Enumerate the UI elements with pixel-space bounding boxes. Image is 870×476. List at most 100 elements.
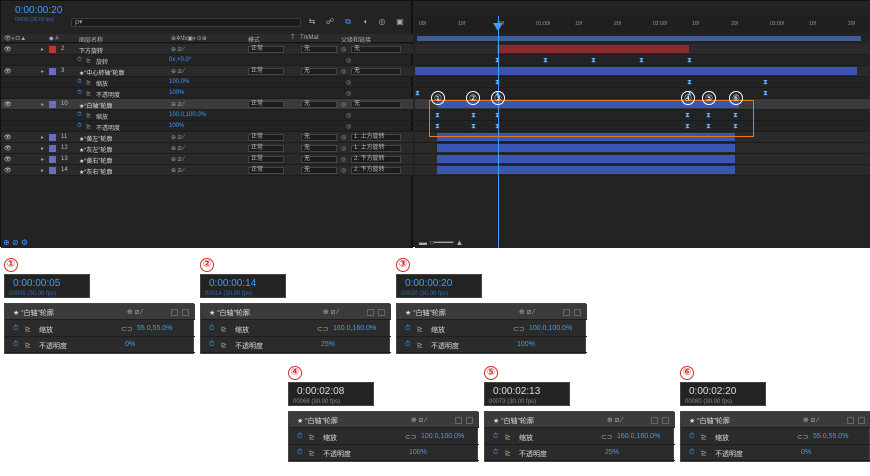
expand-chevron-icon[interactable]: ▸ [41, 145, 44, 152]
link-icon[interactable]: ⊂⊃ [317, 325, 329, 333]
scale-property-row[interactable]: ⏱ ⊵ 缩放 ⊂⊃ 55.0,55.0% [681, 429, 870, 445]
stopwatch-icon[interactable]: ⏱ [77, 79, 82, 86]
layer-bar[interactable] [437, 155, 735, 163]
blend-mode-select[interactable]: 正常 [248, 68, 284, 75]
trkmat-select[interactable]: 无 [301, 68, 337, 75]
trkmat-select[interactable]: 无 [301, 134, 337, 141]
comp-timecode[interactable]: 0:00:00:20 [15, 5, 62, 16]
layer-row[interactable]: ★ “白轴”轮廓 ⊕ ⧄ ⁄ [5, 304, 195, 320]
expression-pickwhip-icon[interactable]: ◎ [346, 57, 351, 64]
opacity-property-row[interactable]: ⏱ ⊵ 不透明度 0% [5, 337, 195, 353]
opacity-value[interactable]: 0% [125, 341, 135, 348]
opacity-property-row[interactable]: ⏱ ⊵ 不透明度 100% [397, 337, 587, 353]
switch-icons[interactable]: ⊕ ⧄ ⁄ [323, 308, 338, 317]
pickwhip-icon[interactable]: ◎ [341, 134, 346, 141]
pickwhip-icon[interactable]: ◎ [341, 167, 346, 174]
graph-editor-icon[interactable]: ◎ [377, 17, 387, 27]
timecode-display[interactable]: 0:00:02:13 [493, 386, 540, 397]
label-color-swatch[interactable] [49, 167, 56, 174]
parent-select[interactable]: 1. 上方旋转 [351, 145, 401, 152]
layer-row[interactable]: 👁 ▸ 11 ★“黄左”轮廓 ⊕ ⧄ ⁄ 正常 无 ◎ 1. 上方旋转 [1, 132, 413, 143]
visibility-eye-icon[interactable]: 👁 [4, 68, 12, 75]
property-row[interactable]: ⏱ ⊵ 不透明度 100% ◎ [1, 88, 413, 99]
trkmat-select[interactable]: 无 [301, 167, 337, 174]
footer-toggle-icons[interactable]: ⊕ ⊘ ⚙ [3, 238, 28, 247]
keyframe-marker[interactable]: ⧗ [415, 90, 420, 97]
draft-3d-icon[interactable]: ⇆ [307, 17, 317, 27]
link-icon[interactable]: ⊂⊃ [513, 325, 525, 333]
pickwhip-icon[interactable]: ◎ [341, 101, 346, 108]
opacity-value[interactable]: 25% [605, 449, 619, 456]
layer-bar[interactable] [437, 144, 735, 152]
graph-icon[interactable]: ⊵ [505, 433, 511, 441]
expand-chevron-icon[interactable]: ▸ [41, 134, 44, 141]
blend-mode-select[interactable]: 正常 [248, 145, 284, 152]
brainstorm-icon[interactable]: ▣ [395, 17, 405, 27]
layer-bar[interactable] [497, 45, 689, 53]
layer-name[interactable]: ★“黄左”轮廓 [79, 134, 112, 143]
opacity-property-row[interactable]: ⏱ ⊵ 不透明度 100% [289, 445, 479, 461]
visibility-eye-icon[interactable]: 👁 [4, 167, 12, 174]
keyframe-marker[interactable]: ⧗ [687, 79, 692, 86]
graph-icon[interactable]: ⊵ [505, 449, 511, 457]
keyframe-marker[interactable]: ⧗ [639, 57, 644, 64]
opacity-value[interactable]: 25% [321, 341, 335, 348]
graph-icon[interactable]: ⊵ [309, 433, 315, 441]
source-name-header[interactable]: 图层名称 [79, 35, 103, 44]
opacity-value[interactable]: 100% [409, 449, 427, 456]
switch-icons[interactable]: ⊕ ⧄ ⁄ [519, 308, 534, 317]
graph-icon[interactable]: ⊵ [86, 79, 91, 86]
visibility-eye-icon[interactable]: 👁 [4, 156, 12, 163]
zoom-slider[interactable]: ▬ ○━━━━ ▲ [419, 238, 463, 247]
stopwatch-icon[interactable]: ⏱ [77, 90, 82, 97]
keyframe-marker[interactable]: ⧗ [591, 57, 596, 64]
layer-row[interactable]: ★ “白轴”轮廓 ⊕ ⧄ ⁄ [397, 304, 587, 320]
graph-icon[interactable]: ⊵ [25, 325, 31, 333]
graph-icon[interactable]: ⊵ [309, 449, 315, 457]
label-color-swatch[interactable] [49, 101, 56, 108]
stopwatch-icon[interactable]: ⏱ [493, 449, 498, 457]
property-value[interactable]: 100% [169, 123, 184, 129]
stopwatch-icon[interactable]: ⏱ [77, 123, 82, 130]
expand-chevron-icon[interactable]: ▸ [41, 156, 44, 163]
pickwhip-icon[interactable]: ◎ [341, 145, 346, 152]
expand-chevron-icon[interactable]: ▸ [41, 167, 44, 174]
blend-mode-select[interactable]: 正常 [248, 156, 284, 163]
stopwatch-icon[interactable]: ⏱ [77, 57, 82, 64]
switch-icons[interactable]: ⊕ ⧄ ⁄ [803, 416, 818, 425]
switch-icons[interactable]: ⊕ ⧄ ⁄ [171, 156, 184, 164]
property-row[interactable]: ⏱ ⊵ 缩放 100.0,100.0% ◎ [1, 110, 413, 121]
graph-icon[interactable]: ⊵ [86, 57, 91, 64]
label-color-swatch[interactable] [49, 145, 56, 152]
switch-icons[interactable]: ⊕ ⧄ ⁄ [607, 416, 622, 425]
opacity-property-row[interactable]: ⏱ ⊵ 不透明度 25% [485, 445, 675, 461]
label-color-swatch[interactable] [49, 156, 56, 163]
layer-row[interactable]: 👁 ▸ 2 下方旋转 ⊕ ⧄ ⁄ 正常 无 ◎ 无 [1, 44, 413, 55]
visibility-eye-icon[interactable]: 👁 [4, 46, 12, 53]
stopwatch-icon[interactable]: ⏱ [689, 433, 694, 441]
graph-icon[interactable]: ⊵ [221, 341, 227, 349]
link-icon[interactable]: ⊂⊃ [121, 325, 133, 333]
layer-row[interactable]: ★ “白轴”轮廓 ⊕ ⧄ ⁄ [681, 412, 870, 428]
visibility-eye-icon[interactable]: 👁 [4, 134, 12, 141]
stopwatch-icon[interactable]: ⏱ [493, 433, 498, 441]
timecode-display[interactable]: 0:00:00:05 [13, 278, 60, 289]
keyframe-marker[interactable]: ⧗ [543, 57, 548, 64]
visibility-eye-icon[interactable]: 👁 [4, 145, 12, 152]
property-row[interactable]: ⏱ ⊵ 不透明度 100% ◎ [1, 121, 413, 132]
stopwatch-icon[interactable]: ⏱ [77, 112, 82, 119]
trkmat-select[interactable]: 无 [301, 145, 337, 152]
layer-name[interactable]: ★“白轴”轮廓 [79, 101, 112, 110]
switch-icons[interactable]: ⊕ ⧄ ⁄ [411, 416, 426, 425]
timecode-display[interactable]: 0:00:00:14 [209, 278, 256, 289]
opacity-value[interactable]: 100% [517, 341, 535, 348]
stopwatch-icon[interactable]: ⏱ [297, 449, 302, 457]
expand-chevron-icon[interactable]: ▸ [41, 46, 44, 53]
layer-search-input[interactable]: ρ▾ [71, 18, 301, 27]
scale-value[interactable]: 100.0,100.0% [421, 433, 464, 440]
opacity-property-row[interactable]: ⏱ ⊵ 不透明度 0% [681, 445, 870, 461]
time-ruler[interactable]: 00f 10f 20f 01:00f 10f 20f 02:00f 10f 20f 03:00f 1… [415, 15, 870, 33]
expression-pickwhip-icon[interactable]: ◎ [346, 79, 351, 86]
switch-icons[interactable]: ⊕ ⧄ ⁄ [171, 134, 184, 142]
property-value[interactable]: 100% [169, 90, 184, 96]
